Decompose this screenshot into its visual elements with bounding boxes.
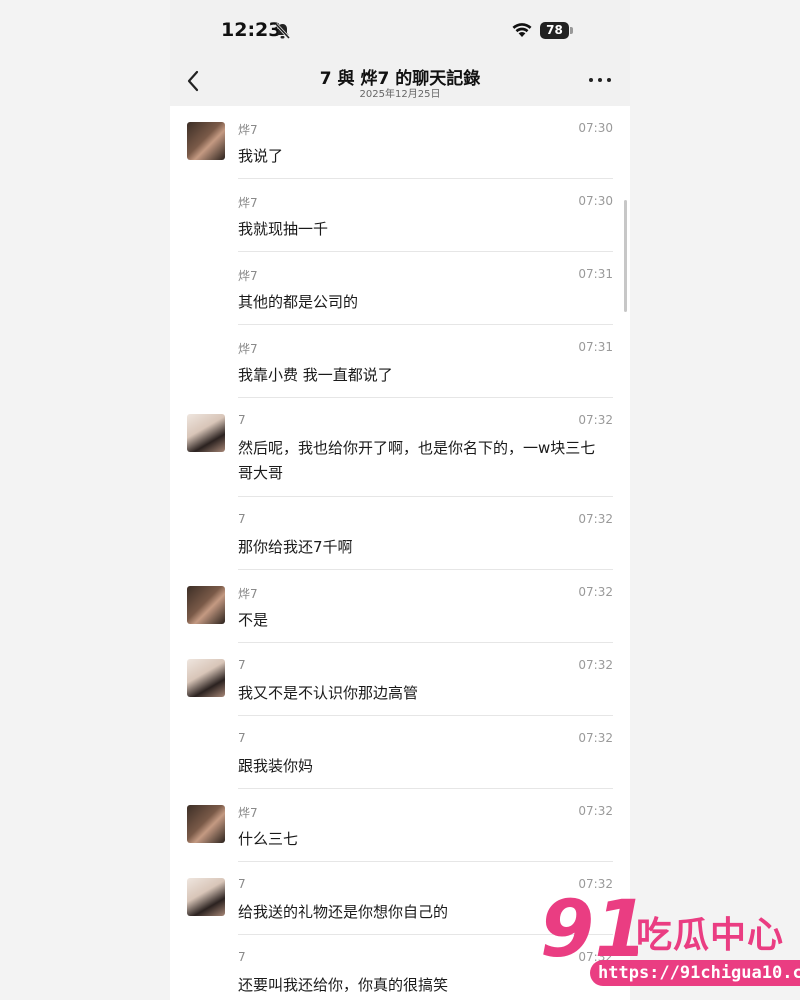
- message-time: 07:32: [578, 512, 613, 526]
- message-text: 然后呢，我也给你开了啊，也是你名下的，一w块三七哥大哥: [238, 439, 596, 482]
- avatar[interactable]: [187, 878, 225, 916]
- message-time: 07:32: [578, 731, 613, 745]
- watermark-brand: 吃瓜中心: [636, 915, 785, 956]
- message-row[interactable]: 7 07:32 那你给我还7千啊: [170, 497, 630, 570]
- sender-name: 7: [238, 877, 246, 891]
- sender-name: 7: [238, 413, 246, 427]
- message-time: 07:30: [578, 121, 613, 135]
- avatar[interactable]: [187, 122, 225, 160]
- sender-name: 7: [238, 512, 246, 526]
- sender-name: 烨7: [238, 587, 258, 601]
- page-subtitle: 2025年12月25日: [359, 89, 441, 100]
- message-text: 我靠小费 我一直都说了: [238, 366, 393, 384]
- sender-name: 7: [238, 731, 246, 745]
- message-row[interactable]: 7 07:32 然后呢，我也给你开了啊，也是你名下的，一w块三七哥大哥: [170, 398, 630, 497]
- message-text: 那你给我还7千啊: [238, 538, 353, 556]
- avatar[interactable]: [187, 414, 225, 452]
- sender-name: 烨7: [238, 123, 258, 137]
- message-row[interactable]: 烨7 07:30 我说了: [170, 106, 630, 179]
- sender-name: 烨7: [238, 806, 258, 820]
- message-row[interactable]: 7 07:32 我又不是不认识你那边高管: [170, 643, 630, 716]
- message-text: 我又不是不认识你那边高管: [238, 684, 419, 702]
- message-text: 跟我装你妈: [238, 757, 314, 775]
- watermark-url: https://91chigua10.com: [590, 960, 800, 986]
- avatar[interactable]: [187, 586, 225, 624]
- chat-message-list[interactable]: 烨7 07:30 我说了 烨7 07:30 我就现抽一千 烨7 07:31 其他的都是公司的 烨7…: [170, 106, 630, 1000]
- message-time: 07:32: [578, 413, 613, 427]
- battery-level: 78: [540, 22, 569, 39]
- message-row[interactable]: 烨7 07:32 不是: [170, 570, 630, 643]
- watermark: 91 吃瓜中心 https://91chigua10.com: [538, 888, 800, 992]
- wifi-icon: [512, 23, 532, 37]
- message-row[interactable]: 7 07:32 跟我装你妈: [170, 716, 630, 789]
- message-time: 07:32: [578, 804, 613, 818]
- avatar[interactable]: [187, 659, 225, 697]
- message-row[interactable]: 烨7 07:31 我靠小费 我一直都说了: [170, 325, 630, 398]
- status-bar: 12:23 78: [170, 0, 630, 60]
- avatar[interactable]: [187, 805, 225, 843]
- sender-name: 烨7: [238, 269, 258, 283]
- message-time: 07:32: [578, 658, 613, 672]
- message-time: 07:31: [578, 267, 613, 281]
- bell-off-icon: [274, 22, 291, 40]
- message-time: 07:30: [578, 194, 613, 208]
- scrollbar[interactable]: [624, 200, 627, 312]
- sender-name: 7: [238, 658, 246, 672]
- message-row[interactable]: 烨7 07:31 其他的都是公司的: [170, 252, 630, 325]
- sender-name: 烨7: [238, 196, 258, 210]
- more-dots-icon[interactable]: [588, 75, 612, 85]
- message-row[interactable]: 烨7 07:30 我就现抽一千: [170, 179, 630, 252]
- message-text: 不是: [238, 611, 269, 629]
- message-time: 07:31: [578, 340, 613, 354]
- battery-icon: 78: [540, 22, 574, 39]
- message-text: 我说了: [238, 147, 284, 165]
- message-time: 07:32: [578, 585, 613, 599]
- phone-screen: 12:23 78 7 與 烨7 的聊天記錄 2025年12月25日 烨7 07:3…: [170, 0, 630, 1000]
- sender-name: 7: [238, 950, 246, 964]
- svg-text:91: 91: [540, 888, 638, 968]
- watermark-logo: 91: [540, 888, 638, 968]
- message-text: 其他的都是公司的: [238, 293, 359, 311]
- message-text: 什么三七: [238, 830, 299, 848]
- message-row[interactable]: 烨7 07:32 什么三七: [170, 789, 630, 862]
- nav-bar: 7 與 烨7 的聊天記錄 2025年12月25日: [170, 60, 630, 106]
- sender-name: 烨7: [238, 342, 258, 356]
- message-text: 我就现抽一千: [238, 220, 329, 238]
- status-time: 12:23: [221, 19, 282, 41]
